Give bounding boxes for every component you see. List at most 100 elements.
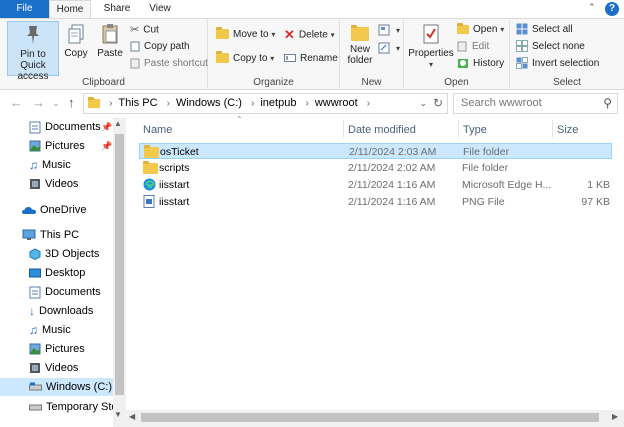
rename-button[interactable]: Rename xyxy=(284,51,338,67)
drive-icon xyxy=(29,404,42,411)
back-arrow-icon[interactable]: ← xyxy=(10,95,23,110)
scroll-right-arrow-icon[interactable]: ▶ xyxy=(612,412,618,421)
copy-button[interactable]: Copy xyxy=(62,21,90,59)
properties-label: Properties xyxy=(408,48,454,59)
easy-access-button[interactable]: ▾ xyxy=(378,41,400,57)
file-row-iisstart-png[interactable]: iisstart 2/11/2024 1:16 AM PNG File 97 K… xyxy=(139,194,612,210)
breadcrumb-chevron-icon[interactable]: › xyxy=(306,98,309,109)
nav-item-downloads[interactable]: ↓ Downloads xyxy=(0,302,113,320)
history-button[interactable]: History xyxy=(457,56,504,72)
column-header-date-modified[interactable]: Date modified xyxy=(348,124,416,136)
select-none-button[interactable]: Select none xyxy=(516,39,585,55)
paste-shortcut-label: Paste shortcut xyxy=(144,58,208,69)
music-icon: ♫ xyxy=(29,323,38,338)
nav-item-quick-documents[interactable]: Documents 📌 xyxy=(0,118,113,136)
help-icon[interactable]: ? xyxy=(605,2,619,16)
paste-label: Paste xyxy=(97,48,123,59)
3d-objects-icon xyxy=(29,248,41,261)
search-input[interactable]: Search wwwroot ⚲ xyxy=(453,93,618,114)
address-bar[interactable]: › This PC › Windows (C:) › inetpub › wwwroot… xyxy=(83,93,448,114)
up-arrow-icon[interactable]: ↑ xyxy=(68,95,75,110)
new-item-icon xyxy=(378,24,390,36)
column-divider[interactable] xyxy=(552,120,553,138)
nav-item-3d-objects[interactable]: 3D Objects xyxy=(0,245,113,263)
nav-item-videos[interactable]: Videos xyxy=(0,359,113,377)
recent-locations-icon[interactable]: ⌄ xyxy=(52,98,60,109)
select-all-icon xyxy=(516,23,528,35)
downloads-icon: ↓ xyxy=(29,304,35,319)
column-divider[interactable] xyxy=(458,120,459,138)
onedrive-icon xyxy=(22,207,36,215)
move-to-button[interactable]: Move to ▾ xyxy=(216,27,275,43)
copy-path-button[interactable]: Copy path xyxy=(130,39,190,55)
breadcrumb-chevron-icon[interactable]: › xyxy=(367,98,370,109)
column-divider[interactable] xyxy=(343,120,344,138)
copy-to-button[interactable]: Copy to ▾ xyxy=(216,51,274,67)
file-list-scrollbar-thumb[interactable] xyxy=(141,413,599,422)
tab-file[interactable]: File xyxy=(0,0,49,18)
nav-item-quick-pictures[interactable]: Pictures 📌 xyxy=(0,137,113,155)
nav-item-label: Documents xyxy=(45,286,101,298)
breadcrumb-windows-c[interactable]: Windows (C:) xyxy=(176,97,242,109)
open-button[interactable]: Open ▾ xyxy=(457,22,504,38)
navigation-scrollbar-thumb[interactable] xyxy=(115,134,124,395)
invert-selection-button[interactable]: Invert selection xyxy=(516,56,599,72)
breadcrumb-wwwroot[interactable]: wwwroot xyxy=(315,97,358,109)
copy-to-label: Copy to xyxy=(233,53,268,64)
open-group: Properties ▾ Open ▾ Edit History Open xyxy=(404,19,510,90)
scroll-left-arrow-icon[interactable]: ◀ xyxy=(129,412,135,421)
edit-button[interactable]: Edit xyxy=(457,39,489,55)
breadcrumb-chevron-icon[interactable]: › xyxy=(109,98,112,109)
breadcrumb-chevron-icon[interactable]: › xyxy=(167,98,170,109)
tab-share[interactable]: Share xyxy=(98,0,136,18)
nav-item-desktop[interactable]: Desktop xyxy=(0,264,113,282)
forward-arrow-icon[interactable]: → xyxy=(32,95,45,110)
scroll-up-arrow-icon[interactable]: ▲ xyxy=(114,119,122,128)
breadcrumb-inetpub[interactable]: inetpub xyxy=(260,97,296,109)
paste-shortcut-button[interactable]: Paste shortcut xyxy=(130,56,208,72)
paste-button[interactable]: Paste xyxy=(95,21,125,59)
nav-item-quick-videos[interactable]: Videos xyxy=(0,175,113,193)
delete-dropdown-icon: ▾ xyxy=(330,30,335,40)
nav-item-temporary-storage[interactable]: Temporary Storage (D:) xyxy=(0,398,113,416)
search-icon: ⚲ xyxy=(603,96,612,110)
desktop-icon xyxy=(29,268,41,278)
nav-item-music[interactable]: ♫ Music xyxy=(0,321,113,339)
column-header-type[interactable]: Type xyxy=(463,124,487,136)
nav-item-onedrive[interactable]: OneDrive xyxy=(0,201,113,219)
rename-icon xyxy=(284,54,296,63)
this-pc-icon xyxy=(22,229,36,241)
cut-button[interactable]: ✂ Cut xyxy=(130,22,159,38)
file-row-osticket[interactable]: osTicket 2/11/2024 2:03 AM File folder xyxy=(139,143,612,159)
select-all-button[interactable]: Select all xyxy=(516,22,573,38)
column-header-name[interactable]: Name xyxy=(143,124,172,136)
history-icon xyxy=(458,59,468,69)
file-row-scripts[interactable]: scripts 2/11/2024 2:02 AM File folder xyxy=(139,160,612,176)
column-header-size[interactable]: Size xyxy=(557,124,578,136)
address-dropdown-icon[interactable]: ⌄ xyxy=(419,94,427,113)
pin-to-quick-access-button[interactable]: Pin to Quick access xyxy=(7,21,59,82)
nav-item-quick-music[interactable]: ♫ Music xyxy=(0,156,113,174)
scroll-down-arrow-icon[interactable]: ▼ xyxy=(114,410,122,419)
tab-view[interactable]: View xyxy=(142,0,178,18)
new-group-label: New xyxy=(361,77,382,88)
address-folder-icon xyxy=(88,96,100,108)
nav-item-pictures[interactable]: Pictures xyxy=(0,340,113,358)
copy-label: Copy xyxy=(64,48,88,59)
nav-item-windows-c[interactable]: Windows (C:) xyxy=(0,378,113,396)
refresh-icon[interactable]: ↻ xyxy=(433,94,443,113)
delete-button[interactable]: ✕ Delete ▾ xyxy=(284,27,335,43)
properties-icon xyxy=(423,24,439,44)
properties-button[interactable]: Properties ▾ xyxy=(407,21,455,70)
new-item-button[interactable]: ▾ xyxy=(378,23,400,39)
nav-item-documents[interactable]: Documents xyxy=(0,283,113,301)
nav-item-this-pc[interactable]: This PC xyxy=(0,226,113,244)
nav-item-label: Desktop xyxy=(45,267,86,279)
tab-home[interactable]: Home xyxy=(49,0,91,19)
collapse-ribbon-icon[interactable]: ⌃ xyxy=(588,2,596,13)
file-row-iisstart-html[interactable]: iisstart 2/11/2024 1:16 AM Microsoft Edg… xyxy=(139,177,612,193)
new-folder-button[interactable]: New folder xyxy=(344,21,376,66)
breadcrumb-this-pc[interactable]: This PC xyxy=(118,97,157,109)
breadcrumb-chevron-icon[interactable]: › xyxy=(251,98,254,109)
cut-label: Cut xyxy=(143,24,159,36)
